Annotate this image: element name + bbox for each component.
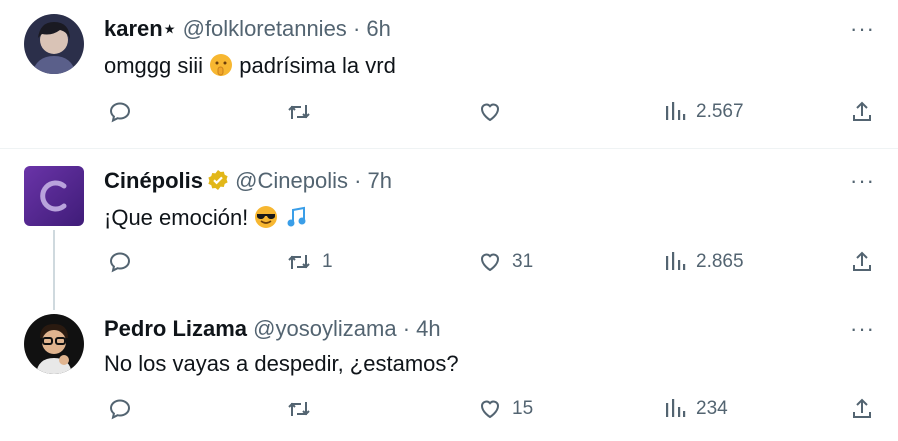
share-icon (850, 100, 874, 124)
views-count: 2.865 (696, 251, 744, 272)
reply-button[interactable] (108, 250, 142, 274)
reply-button[interactable] (108, 397, 142, 421)
reply-icon (108, 397, 132, 421)
views-icon (664, 250, 686, 274)
reply-button[interactable] (108, 100, 142, 124)
reply-icon (108, 250, 132, 274)
views-button[interactable]: 2.567 (664, 100, 744, 124)
share-button[interactable] (850, 397, 874, 421)
timestamp[interactable]: 4h (416, 316, 440, 341)
more-options-icon[interactable]: ··· (850, 18, 875, 40)
tweet-text-part: No los vayas a despedir, ¿estamos? (104, 351, 459, 376)
author-name[interactable]: Cinépolis (104, 168, 203, 193)
share-button[interactable] (850, 100, 874, 124)
separator: · (402, 316, 411, 341)
views-count: 2.567 (696, 101, 744, 122)
heart-icon (478, 397, 502, 421)
tweet-header: Pedro Lizama @yosoylizama · 4h (104, 316, 441, 342)
retweet-button[interactable] (286, 397, 322, 421)
tweet-actions: 1 31 2.865 (0, 250, 898, 280)
separator: · (354, 168, 362, 193)
tweet-karen[interactable]: karen⋆ @folkloretannies · 6h ··· omggg s… (0, 14, 898, 147)
more-options-icon[interactable]: ··· (850, 170, 875, 192)
tweet-pedro-lizama[interactable]: Pedro Lizama @yosoylizama · 4h ··· No lo… (0, 314, 898, 441)
retweet-count: 1 (322, 251, 333, 272)
tweet-header: karen⋆ @folkloretannies · 6h (104, 16, 391, 42)
like-count: 31 (512, 251, 534, 272)
views-button[interactable]: 234 (664, 397, 728, 421)
verified-badge-icon[interactable] (207, 169, 229, 197)
retweet-button[interactable] (286, 100, 322, 124)
tweet-text: ¡Que emoción! (104, 204, 309, 236)
tweet-text-part: padrísima la vrd (239, 53, 396, 78)
share-icon (850, 250, 874, 274)
share-button[interactable] (850, 250, 874, 274)
author-name[interactable]: karen⋆ (104, 16, 176, 41)
like-button[interactable]: 31 (478, 250, 533, 274)
shushing-face-icon (209, 53, 233, 84)
tweet-cinepolis[interactable]: Cinépolis @Cinepolis · 7h ··· ¡Que emoci… (0, 166, 898, 300)
heart-icon (478, 100, 502, 124)
like-count: 15 (512, 398, 534, 419)
timestamp[interactable]: 6h (366, 16, 390, 41)
tweet-text-part: ¡Que emoción! (104, 205, 249, 230)
author-handle[interactable]: @yosoylizama (253, 316, 396, 341)
tweet-header: Cinépolis @Cinepolis · 7h (104, 168, 392, 197)
author-name[interactable]: Pedro Lizama (104, 316, 247, 341)
tweet-text-part: omggg siii (104, 53, 204, 78)
avatar-pedro-lizama[interactable] (24, 314, 84, 374)
reply-icon (108, 100, 132, 124)
views-count: 234 (696, 398, 728, 419)
retweet-icon (286, 250, 312, 274)
views-button[interactable]: 2.865 (664, 250, 744, 274)
like-button[interactable] (478, 100, 512, 124)
retweet-icon (286, 397, 312, 421)
tweet-actions: 15 234 (0, 397, 898, 427)
separator: · (352, 16, 361, 41)
author-handle[interactable]: @Cinepolis (235, 168, 348, 193)
share-icon (850, 397, 874, 421)
avatar-cinepolis[interactable] (24, 166, 84, 226)
heart-icon (478, 250, 502, 274)
retweet-button[interactable]: 1 (286, 250, 333, 274)
tweet-text: omggg siii padrísima la vrd (104, 52, 396, 84)
musical-notes-icon (285, 205, 309, 236)
sunglasses-face-icon (254, 205, 278, 236)
timestamp[interactable]: 7h (368, 168, 392, 193)
avatar-karen[interactable] (24, 14, 84, 74)
more-options-icon[interactable]: ··· (850, 318, 875, 340)
views-icon (664, 397, 686, 421)
tweet-text: No los vayas a despedir, ¿estamos? (104, 350, 459, 378)
author-handle[interactable]: @folkloretannies (183, 16, 347, 41)
views-icon (664, 100, 686, 124)
tweet-actions: 2.567 (0, 100, 898, 130)
like-button[interactable]: 15 (478, 397, 533, 421)
retweet-icon (286, 100, 312, 124)
tweet-divider (0, 148, 898, 149)
